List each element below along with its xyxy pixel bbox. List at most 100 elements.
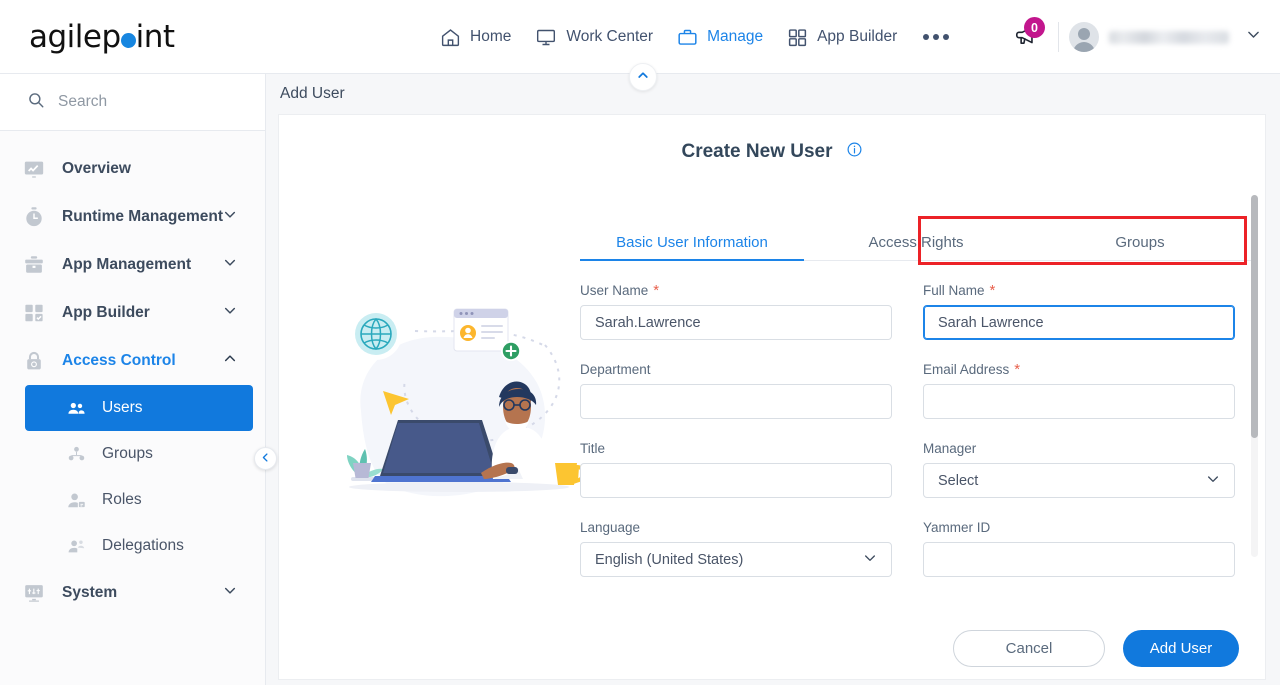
page-title: Add User — [280, 85, 345, 102]
nav-item-work-center-label: Work Center — [566, 28, 654, 45]
form-scrollbar[interactable] — [1251, 195, 1258, 557]
sidebar-item-delegations[interactable]: Delegations — [25, 523, 253, 569]
manager-value: Select — [938, 472, 979, 489]
department-input[interactable] — [580, 384, 892, 419]
avatar[interactable] — [1069, 22, 1099, 52]
nav-item-app-builder[interactable]: App Builder — [775, 20, 909, 54]
tab-basic-user-information[interactable]: Basic User Information — [580, 225, 804, 261]
form-row-2: Department Email Address * — [580, 362, 1252, 419]
user-menu-chevron-down-icon[interactable] — [1245, 26, 1262, 48]
card-title: Create New User — [681, 141, 833, 162]
field-next-left-label-row — [580, 599, 892, 614]
sidebar-item-app-builder[interactable]: App Builder — [0, 289, 265, 337]
search-placeholder: Search — [58, 93, 108, 110]
main-navigation: Home Work Center Manage App Builder — [428, 20, 963, 54]
users-icon — [65, 399, 87, 418]
nav-item-work-center[interactable]: Work Center — [523, 20, 665, 54]
agilepoint-logo[interactable]: agilep int — [29, 18, 175, 56]
sidebar-item-roles[interactable]: Roles — [25, 477, 253, 523]
sidebar-item-app-builder-label: App Builder — [62, 304, 150, 321]
field-yammer-id-label-row: Yammer ID — [923, 520, 1235, 535]
title-input[interactable] — [580, 463, 892, 498]
group-icon — [65, 445, 87, 464]
card-title-row: Create New User — [279, 141, 1265, 163]
field-title: Title — [580, 441, 892, 498]
field-department-label-row: Department — [580, 362, 892, 377]
sidebar-item-overview[interactable]: Overview — [0, 145, 265, 193]
chevron-up-icon — [636, 68, 650, 87]
yammer-id-input[interactable] — [923, 542, 1235, 577]
sidebar: Search Overview Runtime Management App M… — [0, 74, 277, 685]
sidebar-nav-list: Overview Runtime Management App Manageme… — [0, 131, 265, 617]
tab-access-rights-label: Access Rights — [868, 234, 964, 251]
chevron-down-icon — [1205, 471, 1221, 491]
email-address-input[interactable] — [923, 384, 1235, 419]
basic-user-information-form: User Name * Sarah.Lawrence Full Name * S… — [580, 283, 1252, 626]
system-monitor-icon — [21, 582, 47, 604]
field-title-label: Title — [580, 441, 606, 456]
logo-text-part1: agilep — [29, 19, 121, 55]
content-area: Add User Create New User Basic User Info… — [266, 63, 1280, 685]
nav-item-manage[interactable]: Manage — [665, 20, 775, 54]
sidebar-item-system-label: System — [62, 584, 118, 601]
logo-dot-icon — [120, 33, 136, 48]
create-user-card: Create New User Basic User Information A… — [278, 114, 1266, 680]
nav-more-button[interactable] — [909, 34, 963, 40]
sidebar-item-access-control-label: Access Control — [62, 352, 176, 369]
required-asterisk-icon: * — [989, 283, 996, 299]
language-select[interactable]: English (United States) — [580, 542, 892, 577]
dot-2-icon — [933, 34, 940, 40]
sidebar-item-delegations-label: Delegations — [102, 537, 184, 554]
field-department-label: Department — [580, 362, 651, 377]
nav-item-home[interactable]: Home — [428, 20, 523, 54]
sidebar-item-runtime-management-label: Runtime Management — [62, 208, 224, 225]
field-language-label: Language — [580, 520, 641, 535]
sidebar-item-groups-label: Groups — [102, 445, 153, 462]
field-yammer-id-label: Yammer ID — [923, 520, 991, 535]
sidebar-item-runtime-management[interactable]: Runtime Management — [0, 193, 265, 241]
user-name-input[interactable]: Sarah.Lawrence — [580, 305, 892, 340]
announcements-button[interactable]: 0 — [1004, 15, 1048, 59]
field-manager: Manager Select — [923, 441, 1235, 498]
field-email-address: Email Address * — [923, 362, 1235, 419]
info-icon[interactable] — [846, 141, 863, 163]
cancel-button-label: Cancel — [1005, 640, 1053, 657]
field-language: Language English (United States) — [580, 520, 892, 577]
chevron-left-icon — [260, 450, 271, 468]
sidebar-item-access-control[interactable]: Access Control — [0, 337, 265, 385]
manager-select[interactable]: Select — [923, 463, 1235, 498]
delegate-user-icon — [65, 537, 87, 556]
chart-monitor-icon — [21, 158, 47, 180]
cancel-button[interactable]: Cancel — [953, 630, 1105, 667]
header-collapse-button[interactable] — [629, 63, 657, 91]
header-divider — [1058, 22, 1059, 52]
sidebar-item-users-label: Users — [102, 399, 143, 416]
search-input[interactable]: Search — [0, 74, 265, 131]
full-name-input[interactable]: Sarah Lawrence — [923, 305, 1235, 340]
sidebar-item-app-management[interactable]: App Management — [0, 241, 265, 289]
form-row-3: Title Manager Select — [580, 441, 1252, 498]
required-asterisk-icon: * — [653, 283, 660, 299]
nav-item-app-builder-label: App Builder — [817, 28, 898, 45]
sidebar-collapse-button[interactable] — [254, 447, 277, 470]
toolbox-icon — [21, 254, 47, 276]
sidebar-item-system[interactable]: System — [0, 569, 265, 617]
field-title-label-row: Title — [580, 441, 892, 456]
field-manager-label: Manager — [923, 441, 977, 456]
add-user-button[interactable]: Add User — [1123, 630, 1239, 667]
field-next-right-label-row — [923, 599, 1235, 614]
chevron-up-icon — [222, 351, 238, 372]
sidebar-item-overview-label: Overview — [62, 160, 131, 177]
tabs: Basic User Information Access Rights Gro… — [580, 225, 1252, 261]
home-icon — [440, 27, 461, 48]
sidebar-item-groups[interactable]: Groups — [25, 431, 253, 477]
tab-groups[interactable]: Groups — [1028, 225, 1252, 260]
sidebar-item-users[interactable]: Users — [25, 385, 253, 431]
stopwatch-icon — [21, 206, 47, 228]
field-full-name-label: Full Name — [923, 283, 985, 298]
tab-access-rights[interactable]: Access Rights — [804, 225, 1028, 260]
role-user-icon — [65, 491, 87, 510]
form-scrollbar-thumb[interactable] — [1251, 195, 1258, 438]
dot-3-icon — [943, 34, 950, 40]
user-name-label — [1109, 30, 1229, 44]
